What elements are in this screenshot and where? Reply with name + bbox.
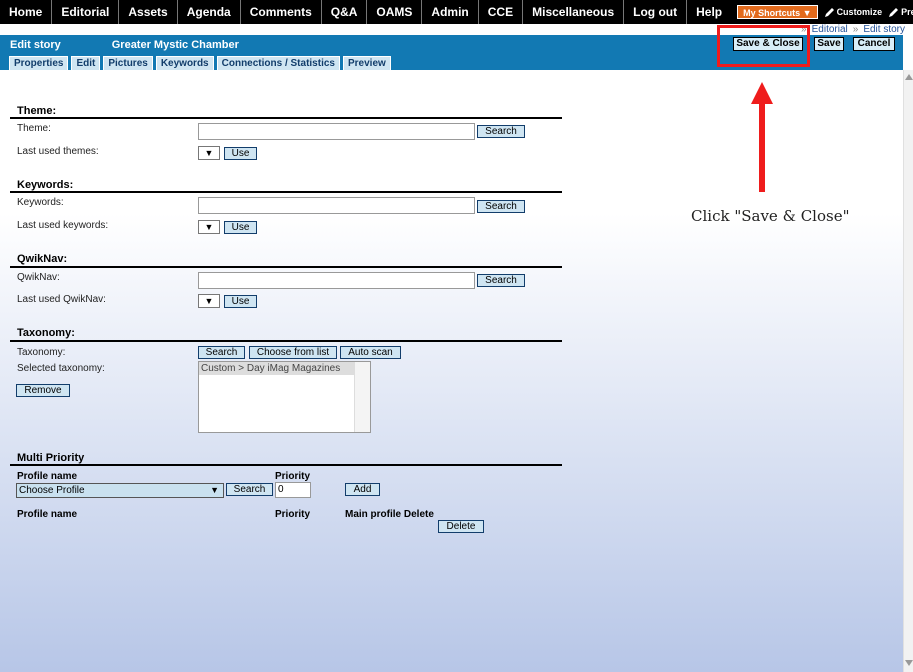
- qwiknav-use-button[interactable]: Use: [224, 295, 257, 308]
- tab-pictures[interactable]: Pictures: [103, 56, 153, 70]
- scroll-up-arrow-icon[interactable]: [905, 74, 913, 80]
- keywords-heading: Keywords:: [17, 179, 74, 191]
- last-used-keywords-select[interactable]: ▼: [198, 220, 220, 234]
- taxonomy-heading: Taxonomy:: [17, 327, 75, 339]
- save-button[interactable]: Save: [814, 37, 844, 51]
- pencil-icon: [824, 7, 834, 17]
- preferences-label: Preferences: [901, 7, 913, 17]
- priority-column-label: Priority: [275, 471, 311, 482]
- divider: [10, 464, 562, 466]
- nav-help[interactable]: Help: [687, 0, 731, 24]
- theme-use-button[interactable]: Use: [224, 147, 257, 160]
- preferences-link[interactable]: Preferences: [888, 7, 913, 18]
- delete-button[interactable]: Delete: [438, 520, 484, 533]
- nav-cce[interactable]: CCE: [479, 0, 524, 24]
- profile-name-column-label: Profile name: [17, 471, 78, 482]
- divider: [10, 117, 562, 119]
- choose-from-list-button[interactable]: Choose from list: [249, 346, 337, 359]
- table-header-priority: Priority: [275, 509, 311, 520]
- tab-properties[interactable]: Properties: [9, 56, 69, 70]
- breadcrumb: » Editorial » Edit story: [796, 24, 905, 35]
- top-nav-bar: Home Editorial Assets Agenda Comments Q&…: [0, 0, 913, 24]
- title-bar: Edit story Greater Mystic Chamber Save &…: [0, 35, 903, 54]
- cancel-button[interactable]: Cancel: [853, 37, 895, 51]
- story-name: Greater Mystic Chamber: [111, 38, 239, 51]
- keywords-label: Keywords:: [17, 197, 64, 208]
- auto-scan-button[interactable]: Auto scan: [340, 346, 401, 359]
- tab-preview[interactable]: Preview: [342, 56, 391, 70]
- keywords-input[interactable]: [198, 197, 475, 214]
- remove-taxonomy-button[interactable]: Remove: [16, 384, 70, 397]
- choose-profile-value: Choose Profile: [19, 485, 85, 496]
- choose-profile-select[interactable]: Choose Profile ▼: [16, 483, 224, 498]
- red-arrow-icon: [751, 82, 773, 192]
- instruction-text: Click "Save & Close": [691, 207, 850, 225]
- table-header-main-profile-delete: Main profile Delete: [345, 509, 434, 520]
- customize-link[interactable]: Customize: [824, 7, 883, 18]
- nav-editorial[interactable]: Editorial: [52, 0, 120, 24]
- nav-admin[interactable]: Admin: [422, 0, 479, 24]
- nav-agenda[interactable]: Agenda: [178, 0, 241, 24]
- add-priority-button[interactable]: Add: [345, 483, 380, 496]
- theme-heading: Theme:: [17, 105, 57, 117]
- nav-qa[interactable]: Q&A: [322, 0, 368, 24]
- tab-bar: Properties Edit Pictures Keywords Connec…: [0, 54, 903, 70]
- divider: [10, 266, 562, 268]
- priority-input[interactable]: 0: [275, 482, 311, 498]
- last-used-themes-label: Last used themes:: [17, 146, 99, 157]
- save-and-close-button[interactable]: Save & Close: [733, 37, 803, 51]
- theme-label: Theme:: [17, 123, 51, 134]
- tab-keywords[interactable]: Keywords: [155, 56, 214, 70]
- chevron-down-icon: ▼: [210, 485, 219, 495]
- divider: [10, 191, 562, 193]
- list-item[interactable]: Custom > Day iMag Magazines: [199, 362, 354, 375]
- breadcrumb-separator: »: [852, 24, 859, 35]
- breadcrumb-separator: »: [801, 24, 807, 35]
- last-used-qwiknav-label: Last used QwikNav:: [17, 294, 106, 305]
- qwiknav-label: QwikNav:: [17, 272, 60, 283]
- qwiknav-search-button[interactable]: Search: [477, 274, 525, 287]
- page-title: Edit story: [10, 38, 61, 51]
- table-header-profile-name: Profile name: [17, 509, 78, 520]
- nav-logout[interactable]: Log out: [624, 0, 688, 24]
- last-used-qwiknav-select[interactable]: ▼: [198, 294, 220, 308]
- keywords-search-button[interactable]: Search: [477, 200, 525, 213]
- list-scrollbar[interactable]: [354, 362, 370, 432]
- theme-search-button[interactable]: Search: [477, 125, 525, 138]
- profile-search-button[interactable]: Search: [226, 483, 273, 496]
- last-used-themes-select[interactable]: ▼: [198, 146, 220, 160]
- qwiknav-heading: QwikNav:: [17, 253, 68, 265]
- customize-label: Customize: [836, 7, 883, 17]
- scroll-down-arrow-icon[interactable]: [905, 660, 913, 666]
- nav-assets[interactable]: Assets: [119, 0, 178, 24]
- breadcrumb-editorial[interactable]: Editorial: [812, 24, 848, 35]
- keywords-use-button[interactable]: Use: [224, 221, 257, 234]
- nav-comments[interactable]: Comments: [241, 0, 322, 24]
- page-scrollbar[interactable]: [903, 70, 913, 672]
- my-shortcuts-dropdown[interactable]: My Shortcuts ▼: [737, 5, 818, 19]
- divider: [10, 340, 562, 342]
- selected-taxonomy-list[interactable]: Custom > Day iMag Magazines: [198, 361, 371, 433]
- nav-miscellaneous[interactable]: Miscellaneous: [523, 0, 625, 24]
- multi-priority-heading: Multi Priority: [17, 452, 85, 464]
- last-used-keywords-label: Last used keywords:: [17, 220, 109, 231]
- nav-oams[interactable]: OAMS: [367, 0, 423, 24]
- taxonomy-search-button[interactable]: Search: [198, 346, 245, 359]
- pencil-icon: [889, 7, 899, 17]
- qwiknav-input[interactable]: [198, 272, 475, 289]
- nav-home[interactable]: Home: [0, 0, 53, 24]
- tab-edit[interactable]: Edit: [71, 56, 101, 70]
- taxonomy-label: Taxonomy:: [17, 347, 66, 358]
- breadcrumb-edit-story[interactable]: Edit story: [863, 24, 905, 35]
- tab-connections-statistics[interactable]: Connections / Statistics: [216, 56, 340, 70]
- selected-taxonomy-label: Selected taxonomy:: [17, 363, 105, 374]
- theme-input[interactable]: [198, 123, 475, 140]
